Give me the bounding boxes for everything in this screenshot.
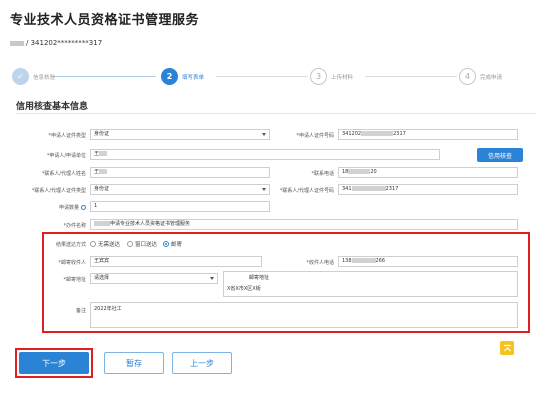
step-3-number: 3	[310, 68, 327, 85]
radio-mail-delivery[interactable]: 邮寄	[163, 240, 182, 248]
applicant-id-no-prefix: 341202	[342, 131, 362, 137]
step-2-number: 2	[161, 68, 178, 85]
info-icon	[81, 205, 86, 210]
radio-window-delivery[interactable]: 窗口送达	[127, 240, 157, 248]
address-select-value: 请选择	[94, 275, 110, 281]
step-1: ✓ 信息核验	[12, 68, 55, 85]
address-detail-textarea[interactable]: 邮寄地址 X省X市X区X街	[223, 271, 518, 297]
user-id-text: / 341202*********317	[26, 39, 103, 47]
contact-id-no-prefix: 341	[342, 186, 352, 192]
radio-no-delivery-label: 无需送达	[98, 242, 121, 248]
step-3: 3 上传材料	[310, 68, 353, 85]
step-4-number: 4	[459, 68, 476, 85]
arrow-up-icon	[503, 344, 511, 351]
contact-name-label: *联系人/代理人姓名	[41, 171, 86, 177]
chevron-down-icon	[210, 277, 214, 280]
user-id: / 341202*********317	[10, 39, 102, 47]
radio-no-delivery[interactable]: 无需送达	[90, 240, 120, 248]
step-3-label: 上传材料	[331, 74, 354, 81]
item-name-value: 申请专业技术人员资格证书管理服务	[110, 221, 191, 227]
section-title: 信用核查基本信息	[16, 102, 89, 112]
address-detail-label: 邮寄地址	[249, 275, 270, 281]
remark-value: 2022年社工	[94, 306, 122, 312]
contact-id-no-suffix: 2317	[385, 186, 399, 192]
step-2-label: 填写表单	[182, 74, 205, 81]
applicant-id-no-input[interactable]: 341202 2317	[338, 129, 518, 140]
back-to-top-button[interactable]	[500, 341, 514, 355]
radio-circle-icon	[90, 241, 96, 247]
address-detail-value: X省X市X区X街	[227, 286, 261, 292]
progress-stepper: ✓ 信息核验 2 填写表单 3 上传材料 4 完成申请	[0, 64, 555, 90]
recipient-label: *邮寄收件人	[58, 260, 86, 266]
applicant-name-label: *申请人/申请单位	[46, 153, 86, 159]
recipient-input[interactable]: 王宾宾	[90, 256, 262, 267]
remark-textarea[interactable]: 2022年社工	[90, 302, 518, 328]
chevron-down-icon	[262, 133, 266, 136]
item-name-input[interactable]: 申请专业技术人员资格证书管理服务	[90, 219, 518, 230]
apply-count-label: 申请数量	[20, 204, 86, 211]
item-name-label: *办件名称	[63, 223, 86, 229]
radio-circle-icon	[127, 241, 133, 247]
contact-id-no-label: *联系人/代理人证件号码	[279, 188, 334, 194]
contact-id-no-input[interactable]: 341 2317	[338, 184, 518, 195]
applicant-id-no-suffix: 2317	[393, 131, 406, 137]
step-1-check-icon: ✓	[12, 68, 29, 85]
contact-name-input[interactable]: 王	[90, 167, 270, 178]
contact-phone-input[interactable]: 18 20	[338, 167, 518, 178]
recipient-phone-suffix: 266	[375, 258, 386, 264]
recipient-phone-prefix: 138	[342, 258, 352, 264]
recipient-value: 王宾宾	[94, 258, 110, 264]
prev-button[interactable]: 上一步	[172, 352, 232, 374]
address-region-select[interactable]: 请选择	[90, 273, 218, 284]
section-divider	[16, 113, 536, 114]
radio-window-delivery-label: 窗口送达	[135, 242, 158, 248]
applicant-id-type-value: 身份证	[94, 131, 110, 137]
apply-count-input[interactable]: 1	[90, 201, 270, 212]
applicant-id-type-label: *申请人证件类型	[48, 133, 86, 139]
contact-id-type-label: *联系人/代理人证件类型	[31, 188, 86, 194]
recipient-phone-label: *收件人电话	[306, 260, 334, 266]
next-button[interactable]: 下一步	[19, 352, 89, 374]
radio-mail-delivery-label: 邮寄	[171, 242, 183, 248]
apply-count-text: 申请数量	[58, 205, 79, 211]
radio-selected-icon	[163, 241, 169, 247]
contact-id-type-value: 身份证	[94, 186, 110, 192]
save-draft-button[interactable]: 暂存	[104, 352, 164, 374]
credit-check-button[interactable]: 信用核查	[477, 148, 523, 162]
step-1-label: 信息核验	[33, 74, 56, 81]
applicant-id-type-select[interactable]: 身份证	[90, 129, 270, 140]
contact-phone-label: *联系电话	[311, 171, 334, 177]
remark-label: 备注	[75, 308, 86, 314]
step-4-label: 完成申请	[480, 74, 503, 81]
delivery-method-label: 结果送达方式	[55, 242, 86, 248]
applicant-name-input[interactable]: 王	[90, 149, 440, 160]
contact-phone-suffix: 20	[370, 169, 377, 175]
applicant-id-no-label: *申请人证件号码	[296, 133, 334, 139]
step-2: 2 填写表单	[161, 68, 204, 85]
page-title: 专业技术人员资格证书管理服务	[10, 13, 200, 28]
address-label: *邮寄地址	[63, 277, 86, 283]
recipient-phone-input[interactable]: 138 266	[338, 256, 518, 267]
apply-count-value: 1	[94, 203, 98, 209]
step-4: 4 完成申请	[459, 68, 502, 85]
contact-id-type-select[interactable]: 身份证	[90, 184, 270, 195]
